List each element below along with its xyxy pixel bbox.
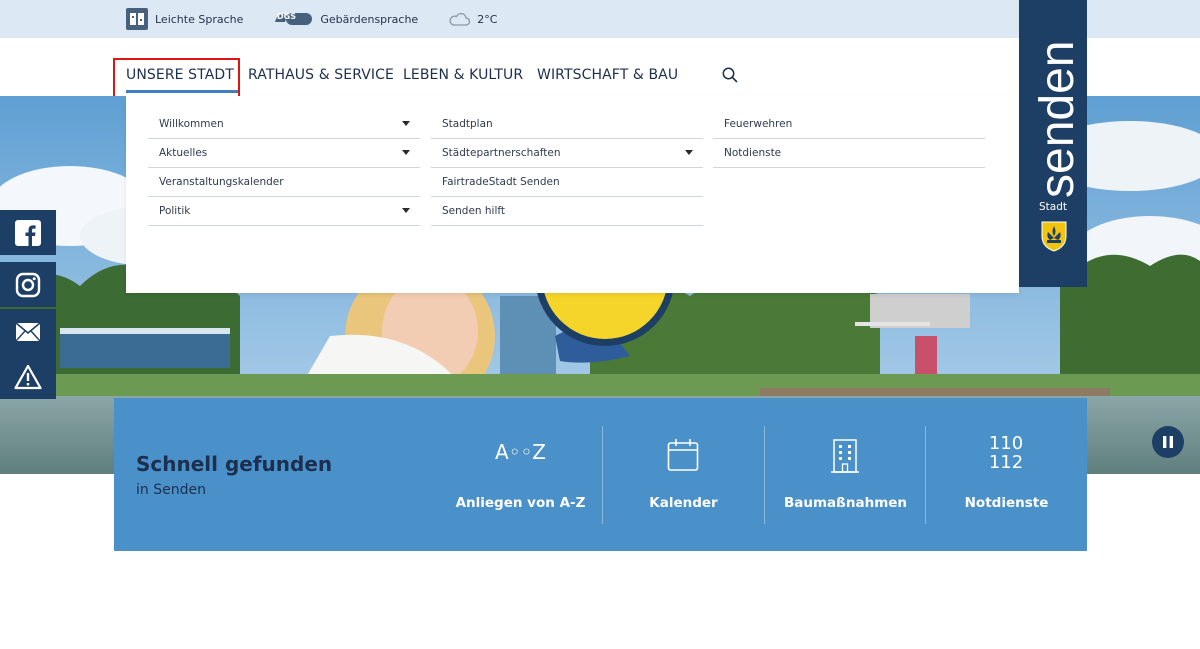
caret-down-icon[interactable] bbox=[402, 150, 410, 155]
page: Leichte Sprache DGS Gebärdensprache 2°C … bbox=[0, 0, 1200, 649]
quick-link-label: Kalender bbox=[649, 495, 718, 511]
logo-subtitle: Stadt bbox=[1039, 201, 1067, 213]
city-logo[interactable]: senden Stadt bbox=[1019, 0, 1087, 287]
weather-display: 2°C bbox=[448, 7, 497, 31]
sign-language-badge: DGS bbox=[277, 12, 296, 21]
nav-item-rathaus-service[interactable]: RATHAUS & SERVICE bbox=[248, 67, 394, 83]
dropdown-item-politik[interactable]: Politik bbox=[148, 197, 420, 226]
warning-button[interactable] bbox=[0, 354, 56, 399]
email-button[interactable] bbox=[0, 309, 56, 354]
caret-down-icon[interactable] bbox=[402, 121, 410, 126]
facebook-icon bbox=[15, 219, 41, 246]
dropdown-item-fairtrade[interactable]: FairtradeStadt Senden bbox=[431, 168, 703, 197]
sign-language-link[interactable]: DGS Gebärdensprache bbox=[273, 7, 418, 31]
dropdown-item-feuerwehren[interactable]: Feuerwehren bbox=[713, 110, 985, 139]
easy-language-icon bbox=[126, 8, 148, 30]
caret-down-icon[interactable] bbox=[402, 208, 410, 213]
search-icon[interactable] bbox=[721, 66, 739, 84]
a-z-icon: A◦◦Z bbox=[495, 440, 546, 464]
dropdown-item-veranstaltungskalender[interactable]: Veranstaltungskalender bbox=[148, 168, 420, 197]
dropdown-item-stadtplan[interactable]: Stadtplan bbox=[431, 110, 703, 139]
highlight-box bbox=[113, 58, 240, 98]
dropdown-item-aktuelles[interactable]: Aktuelles bbox=[148, 139, 420, 168]
facebook-button[interactable] bbox=[0, 210, 56, 255]
dropdown-column-3: Feuerwehren Notdienste bbox=[713, 110, 985, 168]
sign-language-label: Gebärdensprache bbox=[320, 12, 419, 26]
dropdown-item-willkommen[interactable]: Willkommen bbox=[148, 110, 420, 139]
svg-text:senden: senden bbox=[1031, 41, 1079, 198]
easy-language-link[interactable]: Leichte Sprache bbox=[126, 7, 243, 31]
mail-icon bbox=[15, 321, 41, 341]
quick-find-title: Schnell gefunden bbox=[136, 452, 333, 476]
nav-item-wirtschaft-bau[interactable]: WIRTSCHAFT & BAU bbox=[537, 67, 678, 83]
quick-find-subtitle: in Senden bbox=[136, 482, 206, 498]
quick-find-panel: Schnell gefunden in Senden A◦◦Z Anliegen… bbox=[114, 398, 1087, 551]
quick-link-kalender[interactable]: Kalender bbox=[602, 426, 763, 524]
slideshow-pause-button[interactable] bbox=[1152, 426, 1184, 458]
pause-icon bbox=[1163, 436, 1173, 448]
easy-language-label: Leichte Sprache bbox=[155, 12, 244, 26]
cloud-icon bbox=[448, 8, 471, 30]
dropdown-item-notdienste[interactable]: Notdienste bbox=[713, 139, 985, 168]
nav-item-leben-kultur[interactable]: LEBEN & KULTUR bbox=[403, 67, 523, 83]
quick-link-label: Baumaßnahmen bbox=[783, 495, 908, 511]
weather-temperature: 2°C bbox=[477, 12, 498, 26]
caret-down-icon[interactable] bbox=[685, 150, 693, 155]
quick-link-anliegen[interactable]: A◦◦Z Anliegen von A-Z bbox=[440, 426, 601, 524]
calendar-icon bbox=[667, 438, 699, 476]
nav-dropdown-unsere-stadt: Willkommen Aktuelles Veranstaltungskalen… bbox=[126, 96, 1019, 293]
emergency-numbers-icon: 110 112 bbox=[988, 433, 1024, 473]
instagram-button[interactable] bbox=[0, 262, 56, 307]
warning-icon bbox=[14, 364, 42, 389]
quick-link-label: Notdienste bbox=[964, 495, 1049, 511]
building-icon bbox=[830, 438, 860, 478]
instagram-icon bbox=[15, 272, 41, 297]
dropdown-column-1: Willkommen Aktuelles Veranstaltungskalen… bbox=[148, 110, 420, 226]
dropdown-item-senden-hilft[interactable]: Senden hilft bbox=[431, 197, 703, 226]
crest-icon bbox=[1041, 221, 1067, 252]
quick-link-notdienste[interactable]: 110 112 Notdienste bbox=[925, 426, 1086, 524]
dropdown-item-staedtepartnerschaften[interactable]: Städtepartnerschaften bbox=[431, 139, 703, 168]
logo-wordmark: senden bbox=[1031, 41, 1079, 198]
dropdown-column-2: Stadtplan Städtepartnerschaften Fairtrad… bbox=[431, 110, 703, 226]
quick-link-label: Anliegen von A-Z bbox=[455, 495, 586, 511]
quick-link-baumassnahmen[interactable]: Baumaßnahmen bbox=[764, 426, 925, 524]
